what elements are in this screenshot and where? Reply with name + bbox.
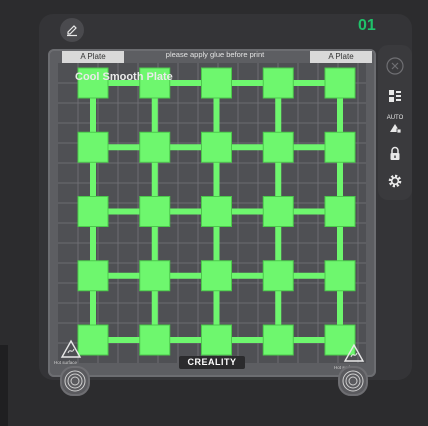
plate-foot-left xyxy=(60,366,90,396)
close-button[interactable] xyxy=(384,55,406,77)
model-object[interactable] xyxy=(77,131,109,163)
model-object[interactable] xyxy=(262,131,294,163)
plate-index: 01 xyxy=(358,17,376,34)
model-object[interactable] xyxy=(201,196,232,227)
model-object[interactable] xyxy=(262,67,294,99)
fingerprint-icon xyxy=(64,370,86,392)
fingerprint-icon xyxy=(342,370,364,392)
plate-surface xyxy=(58,63,366,363)
arrange-icon xyxy=(389,90,401,102)
plate-toolbar: AUTO xyxy=(378,45,412,200)
model-object[interactable] xyxy=(201,67,232,99)
hot-surface-warning-right xyxy=(343,343,365,363)
arrange-button[interactable] xyxy=(384,85,406,107)
model-object[interactable] xyxy=(262,324,294,356)
plate-foot-right xyxy=(338,366,368,396)
plate-label-right: A Plate xyxy=(310,51,372,63)
model-object[interactable] xyxy=(201,324,232,356)
warning-icon xyxy=(343,343,365,362)
model-object[interactable] xyxy=(324,260,356,292)
model-object[interactable] xyxy=(139,131,171,163)
settings-button[interactable] xyxy=(384,170,406,192)
auto-label: AUTO xyxy=(386,114,404,121)
glue-notice: please apply glue before print xyxy=(165,50,265,59)
build-plate[interactable]: A Plate A Plate please apply glue before… xyxy=(48,49,376,377)
plate-label-left: A Plate xyxy=(62,51,124,63)
pencil-icon xyxy=(67,25,77,37)
model-object[interactable] xyxy=(324,196,356,227)
settings-icon xyxy=(388,174,402,188)
model-object[interactable] xyxy=(139,324,171,356)
model-object[interactable] xyxy=(324,67,356,99)
model-object[interactable] xyxy=(139,196,171,227)
model-object[interactable] xyxy=(77,196,109,227)
model-object[interactable] xyxy=(324,131,356,163)
edit-plate-button[interactable] xyxy=(60,18,84,42)
model-object[interactable] xyxy=(77,260,109,292)
warning-icon xyxy=(60,339,82,358)
left-panel-edge xyxy=(0,345,8,426)
hot-surface-warning-left xyxy=(60,339,82,359)
brand-logo: CREALITY xyxy=(179,356,245,369)
plate-name: Cool Smooth Plate xyxy=(75,71,173,83)
model-object[interactable] xyxy=(139,260,171,292)
model-object[interactable] xyxy=(262,260,294,292)
auto-orient-button[interactable]: AUTO xyxy=(384,113,406,135)
model-object[interactable] xyxy=(201,131,232,163)
model-object[interactable] xyxy=(77,324,109,356)
lock-icon xyxy=(390,146,400,160)
model-object[interactable] xyxy=(262,196,294,227)
auto-orient-icon xyxy=(390,123,402,133)
hot-surface-label-left: Hot surface xyxy=(54,360,78,365)
model-object[interactable] xyxy=(201,260,232,292)
lock-button[interactable] xyxy=(384,143,406,165)
plate-grid xyxy=(58,63,366,363)
close-icon xyxy=(386,57,404,75)
